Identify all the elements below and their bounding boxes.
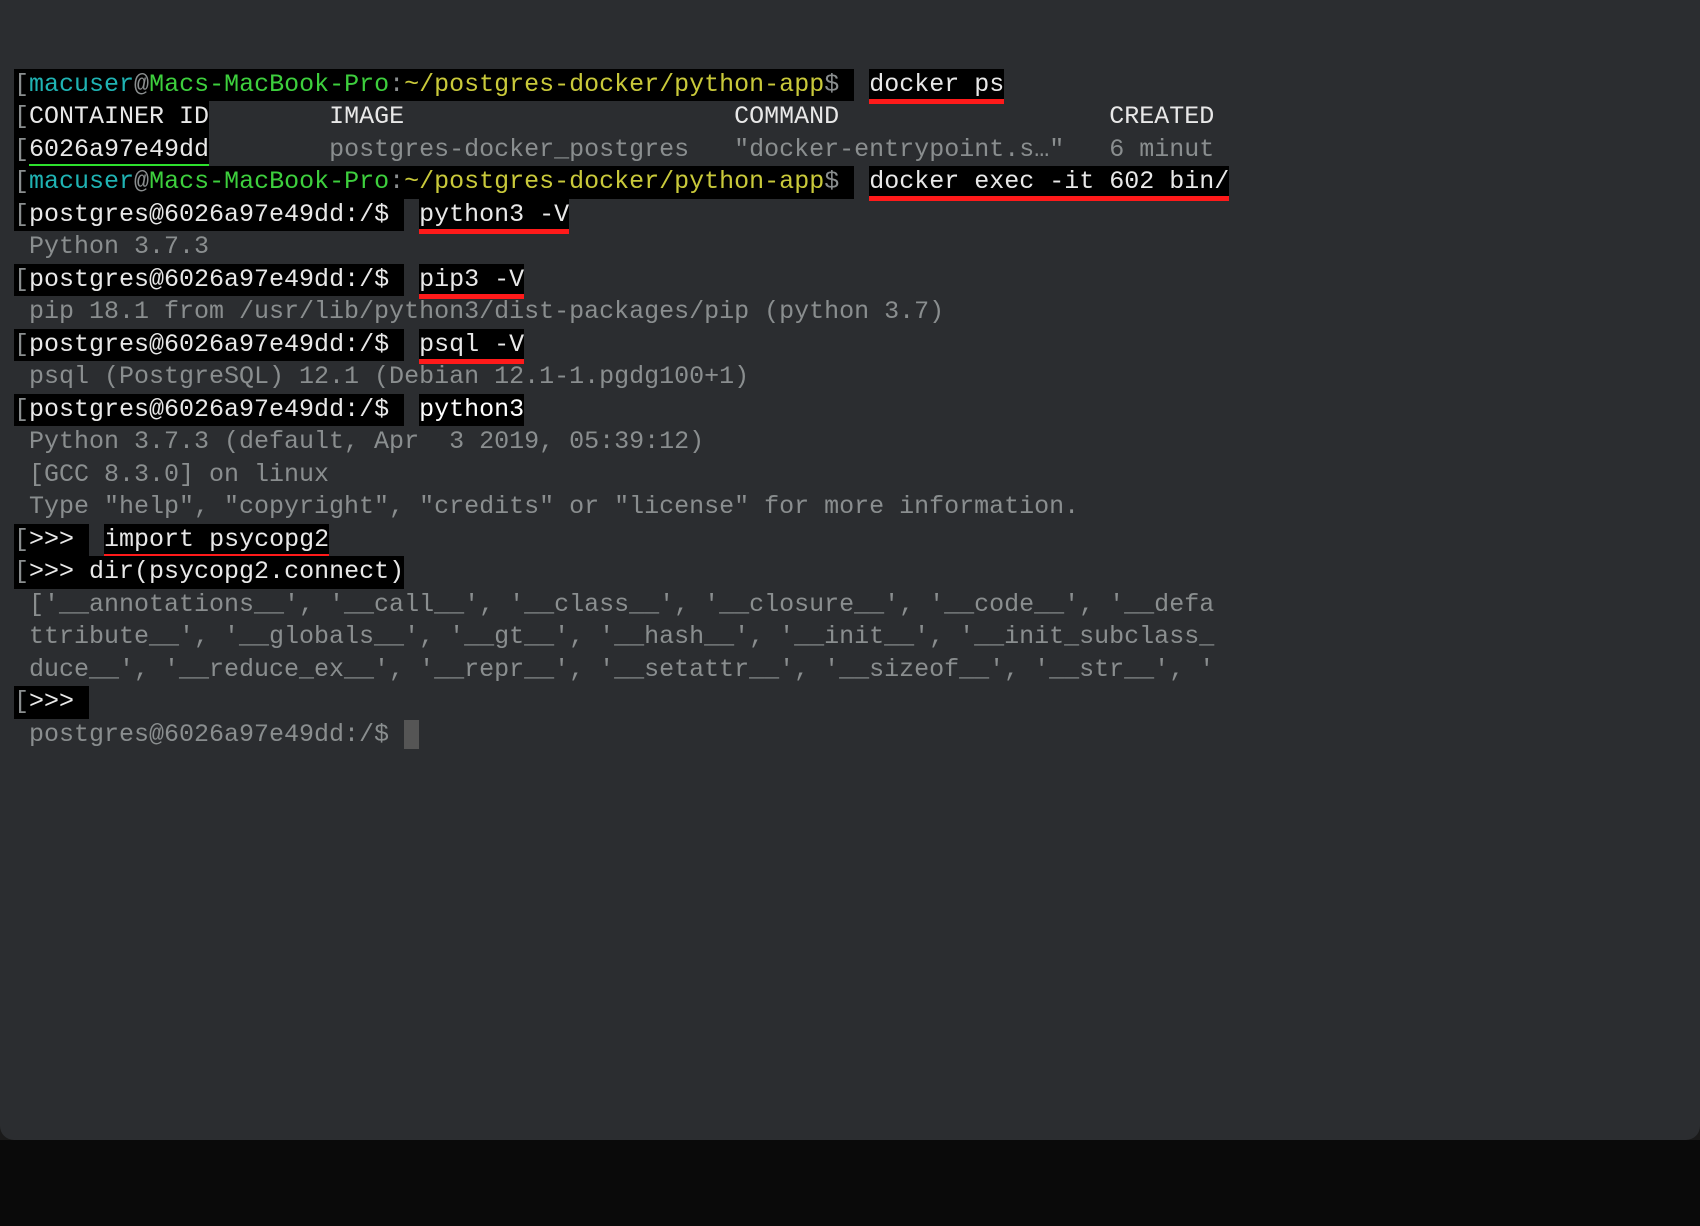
prompt-at: @ <box>134 167 149 196</box>
bracket: [ <box>14 167 29 196</box>
header-container-id: CONTAINER ID <box>29 102 209 131</box>
prompt-colon: : <box>389 70 404 99</box>
output-python-version: Python 3.7.3 <box>14 232 209 261</box>
bracket: [ <box>14 135 29 164</box>
final-prompt: postgres@6026a97e49dd:/$ <box>14 720 404 749</box>
row-command: "docker-entrypoint.s…" <box>734 135 1064 164</box>
prompt-dollar: $ <box>824 70 854 99</box>
spacing <box>209 102 329 131</box>
docker-prompt: postgres@6026a97e49dd:/$ <box>29 200 404 229</box>
prompt-at: @ <box>134 70 149 99</box>
bracket: [ <box>14 557 29 586</box>
bracket: [ <box>14 687 29 716</box>
cursor-icon <box>404 720 419 749</box>
cmd-dir-connect: dir(psycopg2.connect) <box>89 557 404 586</box>
spacing <box>689 135 734 164</box>
bracket: [ <box>14 265 29 294</box>
prompt-dollar: $ <box>824 167 854 196</box>
prompt-colon: : <box>389 167 404 196</box>
output-dir-result: duce__', '__reduce_ex__', '__repr__', '_… <box>14 655 1214 684</box>
row-created: 6 minut <box>1109 135 1214 164</box>
bottom-area <box>0 1140 1700 1226</box>
header-command: COMMAND <box>734 102 839 131</box>
cmd-psql-v: psql -V <box>419 330 524 364</box>
bracket: [ <box>14 330 29 359</box>
cmd-docker-ps: docker ps <box>869 70 1004 104</box>
cmd-docker-exec: docker exec -it 602 bin/ <box>869 167 1229 201</box>
output-python-banner: [GCC 8.3.0] on linux <box>14 460 329 489</box>
output-python-banner: Type "help", "copyright", "credits" or "… <box>14 492 1079 521</box>
bracket: [ <box>14 200 29 229</box>
spacing <box>404 102 734 131</box>
row-image: postgres-docker_postgres <box>329 135 689 164</box>
docker-prompt: postgres@6026a97e49dd:/$ <box>29 330 404 359</box>
spacing <box>839 102 1109 131</box>
bracket: [ <box>14 395 29 424</box>
prompt-user: macuser <box>29 167 134 196</box>
header-image: IMAGE <box>329 102 404 131</box>
prompt-path: ~/postgres-docker/python-app <box>404 70 824 99</box>
docker-prompt: postgres@6026a97e49dd:/$ <box>29 265 404 294</box>
cmd-import-psycopg2: import psycopg2 <box>104 525 329 559</box>
repl-prompt: >>> <box>29 525 89 554</box>
bracket: [ <box>14 102 29 131</box>
bracket: [ <box>14 525 29 554</box>
output-dir-result: ttribute__', '__globals__', '__gt__', '_… <box>14 622 1214 651</box>
output-dir-result: ['__annotations__', '__call__', '__class… <box>14 590 1214 619</box>
cmd-pip3-v: pip3 -V <box>419 265 524 299</box>
cmd-python3: python3 <box>419 394 524 427</box>
bracket: [ <box>14 70 29 99</box>
spacing <box>209 135 329 164</box>
output-pip-version: pip 18.1 from /usr/lib/python3/dist-pack… <box>14 297 944 326</box>
output-psql-version: psql (PostgreSQL) 12.1 (Debian 12.1-1.pg… <box>14 362 749 391</box>
prompt-path: ~/postgres-docker/python-app <box>404 167 824 196</box>
spacing <box>1064 135 1109 164</box>
terminal-window[interactable]: [macuser@Macs-MacBook-Pro:~/postgres-doc… <box>0 0 1700 1140</box>
row-container-id: 6026a97e49dd <box>29 135 209 169</box>
repl-prompt: >>> <box>29 557 89 586</box>
docker-prompt: postgres@6026a97e49dd:/$ <box>29 395 404 424</box>
repl-prompt: >>> <box>29 687 89 716</box>
cmd-python3-v: python3 -V <box>419 200 569 234</box>
header-created: CREATED <box>1109 102 1214 131</box>
terminal-content[interactable]: [macuser@Macs-MacBook-Pro:~/postgres-doc… <box>0 33 1700 752</box>
prompt-host: Macs-MacBook-Pro <box>149 167 389 196</box>
prompt-user: macuser <box>29 70 134 99</box>
output-python-banner: Python 3.7.3 (default, Apr 3 2019, 05:39… <box>14 427 704 456</box>
prompt-host: Macs-MacBook-Pro <box>149 70 389 99</box>
